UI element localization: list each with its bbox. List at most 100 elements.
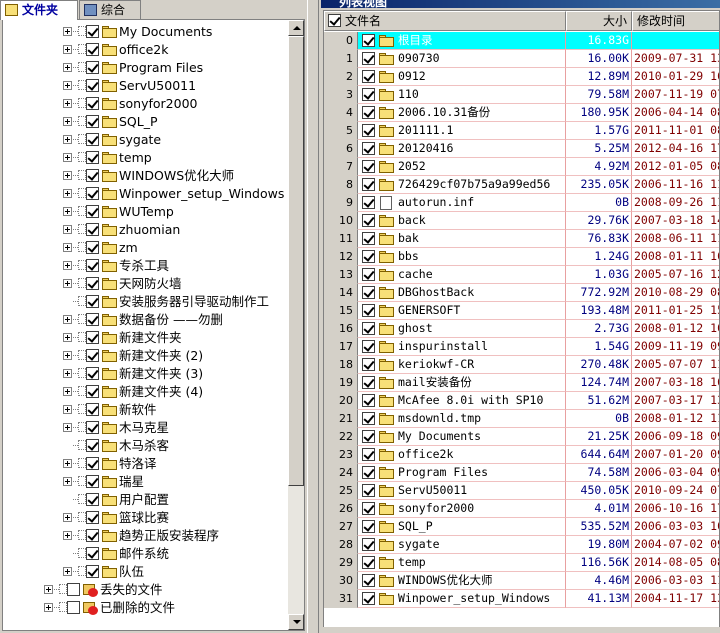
list-row[interactable]: 13 cache 1.03G 2005-07-16 12	[324, 266, 719, 284]
tree-item-checkbox[interactable]	[86, 313, 99, 326]
row-checkbox[interactable]	[362, 502, 375, 515]
list-row[interactable]: 20 McAfee 8.0i with SP10 51.62M 2007-03-17 …	[324, 392, 719, 410]
tree-item[interactable]: temp	[3, 149, 286, 167]
list-row[interactable]: 21 msdownld.tmp 0B 2008-01-12 11	[324, 410, 719, 428]
tree-item[interactable]: 新软件	[3, 401, 286, 419]
row-checkbox[interactable]	[362, 520, 375, 533]
tree-item-checkbox[interactable]	[86, 205, 99, 218]
tree-vertical-scrollbar[interactable]	[288, 20, 304, 630]
row-checkbox[interactable]	[362, 376, 375, 389]
row-checkbox[interactable]	[362, 88, 375, 101]
list-row[interactable]: 26 sonyfor2000 4.01M 2006-10-16 17	[324, 500, 719, 518]
scroll-down-button[interactable]	[288, 614, 304, 630]
row-checkbox[interactable]	[362, 286, 375, 299]
row-checkbox[interactable]	[362, 196, 375, 209]
list-horizontal-scrollbar[interactable]	[323, 627, 720, 633]
tree-item-checkbox[interactable]	[86, 241, 99, 254]
tree-item[interactable]: 新建文件夹 (2)	[3, 347, 286, 365]
list-row[interactable]: 17 inspurinstall 1.54G 2009-11-19 09	[324, 338, 719, 356]
row-checkbox[interactable]	[362, 232, 375, 245]
pane-splitter[interactable]	[307, 0, 319, 633]
row-checkbox[interactable]	[362, 178, 375, 191]
tree-item-checkbox[interactable]	[86, 223, 99, 236]
tree-item[interactable]: WINDOWS优化大师	[3, 167, 286, 185]
row-checkbox[interactable]	[362, 124, 375, 137]
tree-item[interactable]: 数据备份 ——勿删	[3, 311, 286, 329]
tree-item[interactable]: 队伍	[3, 563, 286, 581]
tree-item[interactable]: 丢失的文件	[3, 581, 286, 599]
row-checkbox[interactable]	[362, 304, 375, 317]
expand-icon[interactable]	[63, 261, 72, 270]
row-checkbox[interactable]	[362, 106, 375, 119]
row-checkbox[interactable]	[362, 52, 375, 65]
tree-item-checkbox[interactable]	[86, 385, 99, 398]
list-row[interactable]: 27 SQL_P 535.52M 2006-03-03 10	[324, 518, 719, 536]
tree-item[interactable]: 篮球比赛	[3, 509, 286, 527]
tree-item-checkbox[interactable]	[86, 529, 99, 542]
tree-item[interactable]: office2k	[3, 41, 286, 59]
row-checkbox[interactable]	[362, 556, 375, 569]
list-row[interactable]: 23 office2k 644.64M 2007-01-20 09	[324, 446, 719, 464]
list-row[interactable]: 25 ServU50011 450.05K 2010-09-24 07	[324, 482, 719, 500]
tree-item[interactable]: 天网防火墙	[3, 275, 286, 293]
tree-item-checkbox[interactable]	[86, 169, 99, 182]
expand-icon[interactable]	[63, 405, 72, 414]
list-row[interactable]: 6 20120416 5.25M 2012-04-16 17	[324, 140, 719, 158]
row-checkbox[interactable]	[362, 574, 375, 587]
tree-item-checkbox[interactable]	[86, 43, 99, 56]
list-row[interactable]: 29 temp 116.56K 2014-08-05 08	[324, 554, 719, 572]
list-row[interactable]: 11 bak 76.83K 2008-06-11 11	[324, 230, 719, 248]
tree-item[interactable]: sonyfor2000	[3, 95, 286, 113]
tree-item[interactable]: 已删除的文件	[3, 599, 286, 617]
list-row[interactable]: 22 My Documents 21.25K 2006-09-18 09	[324, 428, 719, 446]
tree-item-checkbox[interactable]	[86, 511, 99, 524]
tree-item-checkbox[interactable]	[86, 79, 99, 92]
list-row[interactable]: 5 201111.1 1.57G 2011-11-01 08	[324, 122, 719, 140]
folder-tree[interactable]: My Documents office2k Program Files ServU50…	[2, 19, 305, 631]
list-row[interactable]: 1 090730 16.00K 2009-07-31 13	[324, 50, 719, 68]
tree-item-checkbox[interactable]	[86, 187, 99, 200]
column-header-size[interactable]: 大小	[566, 11, 632, 31]
list-row[interactable]: 7 2052 4.92M 2012-01-05 08	[324, 158, 719, 176]
tree-item[interactable]: 新建文件夹 (4)	[3, 383, 286, 401]
row-checkbox[interactable]	[362, 142, 375, 155]
column-header-time[interactable]: 修改时间	[632, 11, 719, 31]
tab-summary[interactable]: 综合	[79, 0, 141, 19]
list-row[interactable]: 14 DBGhostBack 772.92M 2010-08-29 08	[324, 284, 719, 302]
tree-item-checkbox[interactable]	[86, 457, 99, 470]
tab-folders[interactable]: 文件夹	[0, 0, 78, 20]
tree-item[interactable]: 趋势正版安装程序	[3, 527, 286, 545]
row-checkbox[interactable]	[362, 250, 375, 263]
tree-item[interactable]: 邮件系统	[3, 545, 286, 563]
expand-icon[interactable]	[63, 135, 72, 144]
list-row[interactable]: 10 back 29.76K 2007-03-18 14	[324, 212, 719, 230]
tree-item[interactable]: 新建文件夹	[3, 329, 286, 347]
tree-item[interactable]: 瑞星	[3, 473, 286, 491]
select-all-checkbox[interactable]	[328, 14, 341, 27]
expand-icon[interactable]	[63, 207, 72, 216]
tree-item[interactable]: 新建文件夹 (3)	[3, 365, 286, 383]
list-row[interactable]: 30 WINDOWS优化大师 4.46M 2006-03-03 11	[324, 572, 719, 590]
tree-item-checkbox[interactable]	[86, 349, 99, 362]
expand-icon[interactable]	[63, 333, 72, 342]
list-row[interactable]: 0 根目录 16.83G	[324, 32, 719, 50]
expand-icon[interactable]	[63, 387, 72, 396]
tree-item-checkbox[interactable]	[86, 565, 99, 578]
expand-icon[interactable]	[63, 369, 72, 378]
list-row[interactable]: 19 mail安装备份 124.74M 2007-03-18 16	[324, 374, 719, 392]
row-checkbox[interactable]	[362, 592, 375, 605]
list-row[interactable]: 15 GENERSOFT 193.48M 2011-01-25 15	[324, 302, 719, 320]
list-row[interactable]: 9 autorun.inf 0B 2008-09-26 11	[324, 194, 719, 212]
tree-item-checkbox[interactable]	[86, 475, 99, 488]
scroll-thumb[interactable]	[288, 36, 304, 486]
tree-item-checkbox[interactable]	[86, 133, 99, 146]
tree-item[interactable]: Program Files	[3, 59, 286, 77]
expand-icon[interactable]	[63, 27, 72, 36]
expand-icon[interactable]	[63, 225, 72, 234]
tree-item[interactable]: My Documents	[3, 23, 286, 41]
expand-icon[interactable]	[44, 585, 53, 594]
tree-item-checkbox[interactable]	[86, 61, 99, 74]
tree-item-checkbox[interactable]	[86, 151, 99, 164]
row-checkbox[interactable]	[362, 394, 375, 407]
row-checkbox[interactable]	[362, 214, 375, 227]
